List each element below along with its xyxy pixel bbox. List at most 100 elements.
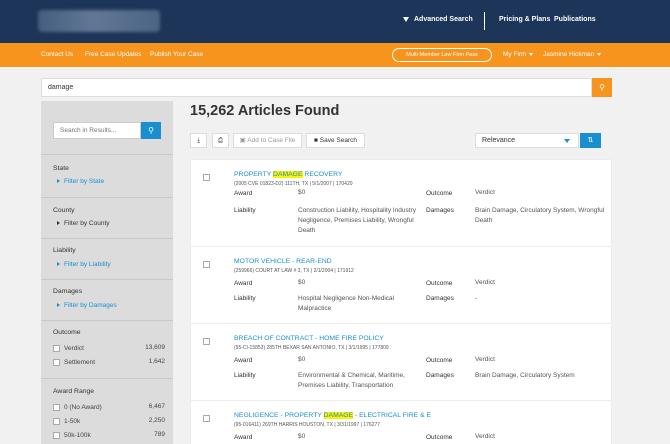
award-value: $0 [298, 279, 306, 286]
search-icon: ⚲ [148, 126, 154, 135]
contact-us-link[interactable]: Contact Us [41, 51, 73, 58]
award-label: Award [234, 434, 253, 441]
outcome-value: Verdict [475, 279, 495, 286]
award-label: Award [234, 280, 253, 287]
free-case-updates-link[interactable]: Free Case Updates [85, 51, 141, 58]
checkbox[interactable] [53, 345, 60, 352]
secondary-navbar: Contact Us Free Case Updates Publish You… [0, 43, 670, 67]
publish-case-link[interactable]: Publish Your Case [150, 51, 203, 58]
liability-value: Environmental & Chemical, Maritime, Prem… [298, 372, 405, 389]
search-in-results-input[interactable] [53, 122, 141, 139]
damages-label: Damages [426, 295, 454, 302]
liability-label: Liability [234, 295, 256, 302]
result-card: Property Damage Recovery (2005 CVE 01823… [190, 159, 612, 247]
outcome-label: Outcome [426, 190, 453, 197]
liability-label: Liability [234, 207, 256, 214]
result-title-link[interactable]: Motor Vehicle - Rear-End [234, 258, 332, 265]
liability-value: Hospital Negligence Non-Medical Malpract… [298, 295, 395, 312]
divider [41, 197, 173, 198]
result-meta: (259966) COURT AT LAW # 3, TX | 2/1/2004… [234, 268, 354, 274]
search-icon: ⚲ [599, 83, 605, 92]
divider [41, 378, 173, 379]
add-to-case-file-button[interactable]: ▣ Add to Case File [233, 133, 302, 148]
checkbox[interactable] [53, 404, 60, 411]
checkbox[interactable] [53, 359, 60, 366]
result-card: Motor Vehicle - Rear-End (259966) COURT … [190, 246, 612, 324]
nav-divider [484, 12, 485, 30]
award-value: $0 [298, 189, 306, 196]
filter-by-liability-link[interactable]: Filter by Liability [57, 261, 111, 268]
divider [41, 279, 173, 280]
main-search-input[interactable] [41, 78, 592, 97]
state-heading: State [53, 165, 69, 172]
sort-direction-button[interactable]: ⇅ [580, 133, 601, 148]
damages-value: Brain Damage, Circulatory System, Wrongf… [475, 207, 605, 224]
caret-right-icon [57, 179, 60, 184]
download-icon: ⤓ [197, 137, 200, 144]
chevron-down-icon [597, 52, 602, 56]
outcome-option-verdict[interactable]: Verdict 13,609 [53, 344, 165, 354]
search-in-results-button[interactable]: ⚲ [141, 122, 161, 139]
sort-select[interactable]: Relevance [475, 133, 579, 148]
filter-icon [403, 16, 409, 22]
result-meta: (95-016411) 269TH HARRIS HOUSTON, TX | 3… [234, 422, 381, 428]
chevron-down-icon [564, 139, 570, 143]
publications-link[interactable]: Publications [554, 16, 596, 23]
caret-right-icon [57, 303, 60, 308]
award-label: Award [234, 357, 253, 364]
result-title-link[interactable]: Breach of Contract - Home Fire Policy [234, 335, 384, 342]
my-firm-menu[interactable]: My Firm [503, 51, 534, 58]
download-button[interactable]: ⤓ [190, 133, 207, 148]
result-checkbox[interactable] [203, 261, 210, 268]
result-checkbox[interactable] [203, 415, 210, 422]
user-menu[interactable]: Jasmine Hickman [543, 51, 602, 58]
divider [41, 320, 173, 321]
outcome-heading: Outcome [53, 329, 81, 336]
result-card: Breach of Contract - Home Fire Policy (9… [190, 323, 612, 401]
award-label: Award [234, 190, 253, 197]
liability-heading: Liability [53, 247, 76, 254]
pricing-plans-link[interactable]: Pricing & Plans [499, 16, 550, 23]
county-heading: County [53, 207, 75, 214]
award-option-no-award[interactable]: 0 (No Award) 6,467 [53, 403, 165, 413]
result-checkbox[interactable] [203, 174, 210, 181]
result-meta: (2005 CVE 01823-D2) 111TH, TX | 5/1/2007… [234, 181, 353, 187]
main-search-button[interactable]: ⚲ [592, 78, 612, 97]
folder-icon: ▣ [239, 137, 246, 144]
print-button[interactable]: ⎙ [212, 133, 229, 148]
search-term-highlight: Damage [273, 171, 303, 178]
outcome-label: Outcome [426, 357, 453, 364]
damages-label: Damages [426, 372, 454, 379]
caret-right-icon [57, 262, 60, 267]
result-checkbox[interactable] [203, 338, 210, 345]
outcome-value: Verdict [475, 433, 495, 440]
divider [41, 154, 173, 155]
result-title-link[interactable]: Property Damage Recovery [234, 171, 342, 178]
damages-label: Damages [426, 207, 454, 214]
advanced-search-link[interactable]: Advanced Search [403, 16, 473, 23]
outcome-value: Verdict [475, 189, 495, 196]
search-term-highlight: Damage [323, 412, 354, 419]
divider [41, 238, 173, 239]
outcome-label: Outcome [426, 434, 453, 441]
filter-by-state-link[interactable]: Filter by State [57, 178, 104, 185]
law-firm-pass-button[interactable]: Multi-Member Law Firm Pass [392, 48, 492, 62]
save-search-button[interactable]: ■ Save Search [306, 133, 365, 148]
result-meta: (95-CI-15853) 285TH BEXAR SAN ANTONIO, T… [234, 345, 389, 351]
results-count-title: 15,262 Articles Found [190, 103, 340, 119]
outcome-option-settlement[interactable]: Settlement 1,642 [53, 358, 165, 368]
liability-value: Construction Liability, Hospitality Indu… [298, 207, 417, 234]
filter-by-damages-link[interactable]: Filter by Damages [57, 302, 117, 309]
award-option-1-50k[interactable]: 1-50k 2,250 [53, 417, 165, 427]
print-icon: ⎙ [217, 137, 224, 144]
liability-label: Liability [234, 372, 256, 379]
checkbox[interactable] [53, 418, 60, 425]
filter-by-county-link[interactable]: Filter by County [57, 220, 110, 227]
outcome-value: Verdict [475, 356, 495, 363]
site-logo[interactable] [38, 10, 160, 32]
top-navbar: Advanced Search Pricing & Plans Publicat… [0, 0, 670, 43]
award-option-50k-100k[interactable]: 50k-100k 789 [53, 431, 165, 441]
sort-icon: ⇅ [587, 137, 594, 144]
checkbox[interactable] [53, 432, 60, 439]
result-title-link[interactable]: Negligence - Property Damage - Electrica… [234, 412, 431, 419]
